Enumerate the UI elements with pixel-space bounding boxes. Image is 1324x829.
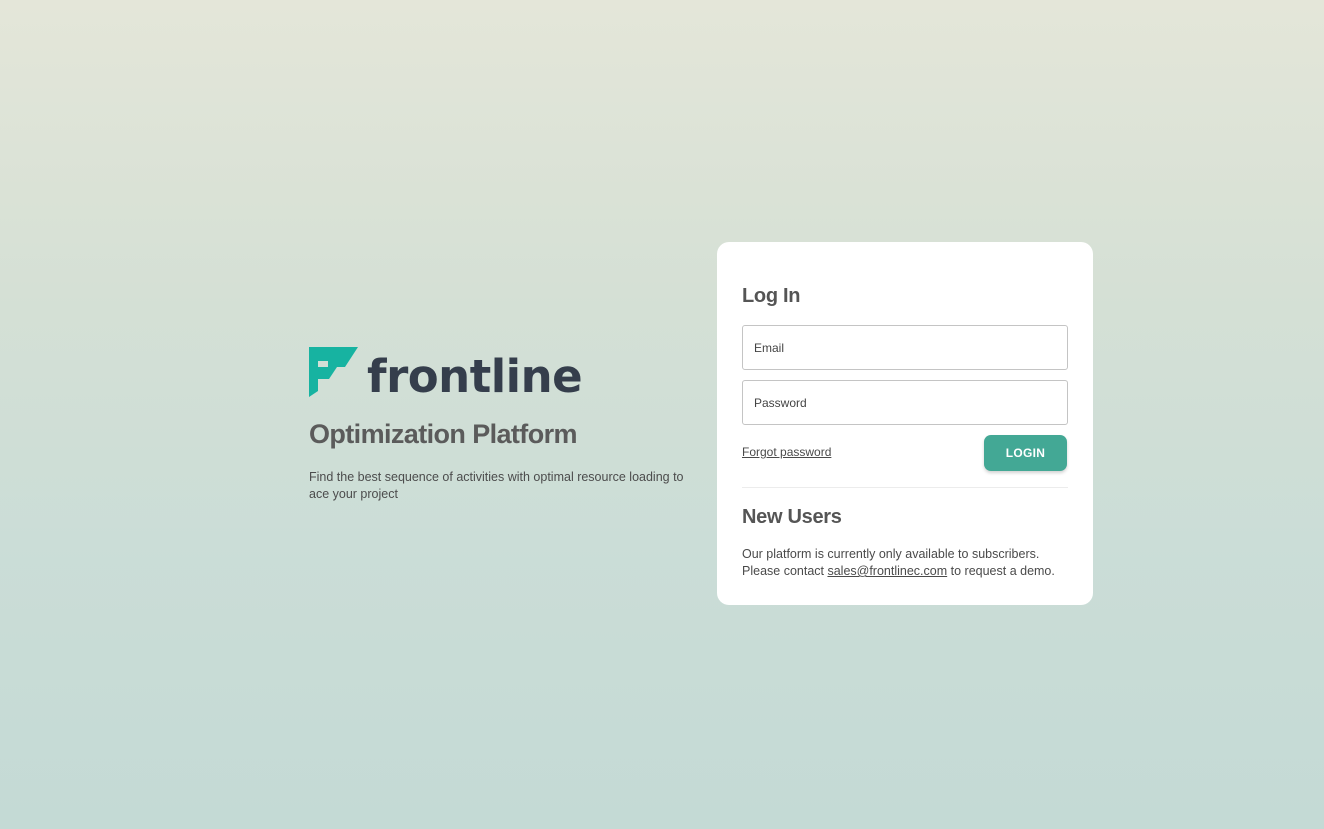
new-users-line2-suffix: to request a demo. xyxy=(947,564,1055,578)
sales-email-link[interactable]: sales@frontlinec.com xyxy=(827,564,947,578)
login-card: Log In Forgot password LOGIN New Users O… xyxy=(717,242,1093,605)
new-users-heading: New Users xyxy=(742,506,842,528)
logo-wordmark: frontline xyxy=(367,350,583,403)
platform-tagline: Find the best sequence of activities wit… xyxy=(309,470,684,501)
platform-title: Optimization Platform xyxy=(309,419,578,449)
section-divider xyxy=(742,487,1068,488)
new-users-line2-prefix: Please contact xyxy=(742,564,828,578)
forgot-password-link[interactable]: Forgot password xyxy=(742,445,831,459)
password-field[interactable] xyxy=(742,380,1068,425)
login-heading: Log In xyxy=(742,285,801,307)
new-users-line1: Our platform is currently only available… xyxy=(742,547,1040,561)
frontline-logo-mark-icon xyxy=(309,347,358,397)
email-field[interactable] xyxy=(742,325,1068,370)
frontline-logo: frontline xyxy=(309,345,689,403)
login-button[interactable]: LOGIN xyxy=(984,435,1067,471)
brand-panel: frontline Optimization Platform Find the… xyxy=(309,345,689,503)
new-users-message: Our platform is currently only available… xyxy=(742,546,1072,580)
